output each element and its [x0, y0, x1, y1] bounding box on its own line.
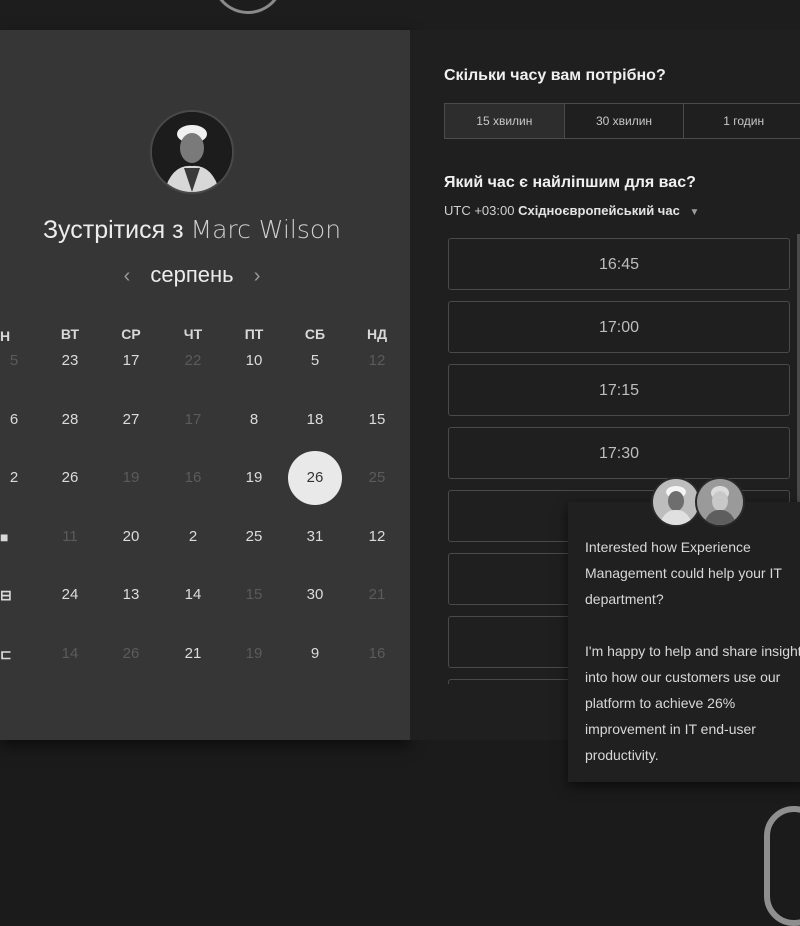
- calendar-day[interactable]: 6: [0, 393, 41, 447]
- calendar-day[interactable]: 2: [166, 510, 220, 564]
- calendar-day[interactable]: 21: [166, 627, 220, 681]
- top-bar: [0, 0, 800, 30]
- host-avatar: [150, 110, 234, 194]
- chat-paragraph: I'm happy to help and share insight into…: [585, 643, 800, 763]
- calendar-panel: Зустрітися з Marc Wilson ‹ серпень › Н В…: [0, 30, 410, 740]
- calendar-day[interactable]: 17: [104, 334, 158, 388]
- time-slot[interactable]: 17:30: [448, 427, 790, 479]
- month-label: серпень: [150, 262, 234, 287]
- calendar-day[interactable]: 18: [288, 393, 342, 447]
- calendar-day: 19: [122, 469, 140, 486]
- calendar-day: 17: [184, 411, 202, 428]
- calendar-day[interactable]: 2: [0, 451, 41, 505]
- duration-selector: 15 хвилин 30 хвилин 1 годин: [444, 103, 800, 139]
- caret-down-icon: ▼: [689, 207, 700, 218]
- calendar-day[interactable]: 26: [43, 451, 97, 505]
- time-slot[interactable]: 17:00: [448, 301, 790, 353]
- cut-off-day-cell: ⊏: [0, 646, 12, 662]
- calendar-day: 11: [62, 528, 78, 545]
- calendar-day: 22: [184, 352, 202, 369]
- calendar-day: 16: [184, 469, 202, 486]
- calendar-day[interactable]: 8: [227, 393, 281, 447]
- calendar-day: 15: [245, 586, 263, 603]
- timezone-name: Східноєвропейський час: [518, 203, 680, 218]
- duration-option-15[interactable]: 15 хвилин: [445, 104, 565, 138]
- duration-option-30[interactable]: 30 хвилин: [565, 104, 685, 138]
- time-slot[interactable]: 17:15: [448, 364, 790, 416]
- cut-off-day-cell: ⊟: [0, 587, 12, 603]
- timezone-offset: UTC +03:00: [444, 203, 515, 218]
- time-question: Який час є найліпшим для вас?: [444, 174, 696, 191]
- calendar-day[interactable]: 10: [227, 334, 281, 388]
- duration-question: Скільки часу вам потрібно?: [444, 67, 666, 84]
- calendar-day[interactable]: 31: [288, 510, 342, 564]
- calendar-day[interactable]: 27: [104, 393, 158, 447]
- calendar-day: 25: [368, 469, 386, 486]
- selected-day[interactable]: 26: [288, 451, 342, 505]
- calendar-day[interactable]: 14: [166, 568, 220, 622]
- calendar-day: 14: [61, 645, 79, 662]
- duration-option-60[interactable]: 1 годин: [684, 104, 800, 138]
- chat-message: Interested how Experience Management cou…: [585, 534, 800, 794]
- calendar-day[interactable]: 5: [288, 334, 342, 388]
- calendar-day[interactable]: 13: [104, 568, 158, 622]
- calendar-day[interactable]: 25: [227, 510, 281, 564]
- calendar-day[interactable]: 23: [43, 334, 97, 388]
- timezone-selector[interactable]: UTC +03:00 Східноєвропейський час ▼: [444, 203, 699, 218]
- meeting-title-prefix: Зустрітися з: [42, 216, 184, 244]
- meeting-title: Зустрітися з Marc Wilson: [0, 215, 384, 245]
- calendar-day: 12: [368, 352, 386, 369]
- chat-paragraph: Interested how Experience Management cou…: [585, 539, 782, 607]
- chat-agent-avatar: [651, 477, 701, 527]
- calendar-day: 19: [245, 645, 263, 662]
- month-navigator: ‹ серпень ›: [0, 262, 384, 288]
- prev-month-button[interactable]: ‹: [110, 265, 145, 288]
- next-month-button[interactable]: ›: [240, 265, 275, 288]
- host-name: Marc Wilson: [190, 215, 342, 244]
- calendar-day[interactable]: 28: [43, 393, 97, 447]
- calendar-day[interactable]: 19: [227, 451, 281, 505]
- calendar-day: 21: [368, 586, 386, 603]
- calendar-day[interactable]: 9: [288, 627, 342, 681]
- calendar-day[interactable]: 24: [43, 568, 97, 622]
- calendar-day[interactable]: 30: [288, 568, 342, 622]
- chat-agent-avatar: [695, 477, 745, 527]
- calendar-day: 5: [9, 352, 19, 369]
- cut-off-day-cell: ■: [0, 529, 9, 545]
- chat-popup[interactable]: Interested how Experience Management cou…: [568, 502, 800, 782]
- calendar-day[interactable]: 15: [350, 393, 404, 447]
- calendar-day[interactable]: 20: [104, 510, 158, 564]
- decorative-shape: [764, 806, 800, 926]
- calendar-day: 26: [122, 645, 140, 662]
- calendar-day: 16: [368, 645, 386, 662]
- calendar-day[interactable]: 12: [350, 510, 404, 564]
- time-slot[interactable]: 16:45: [448, 238, 790, 290]
